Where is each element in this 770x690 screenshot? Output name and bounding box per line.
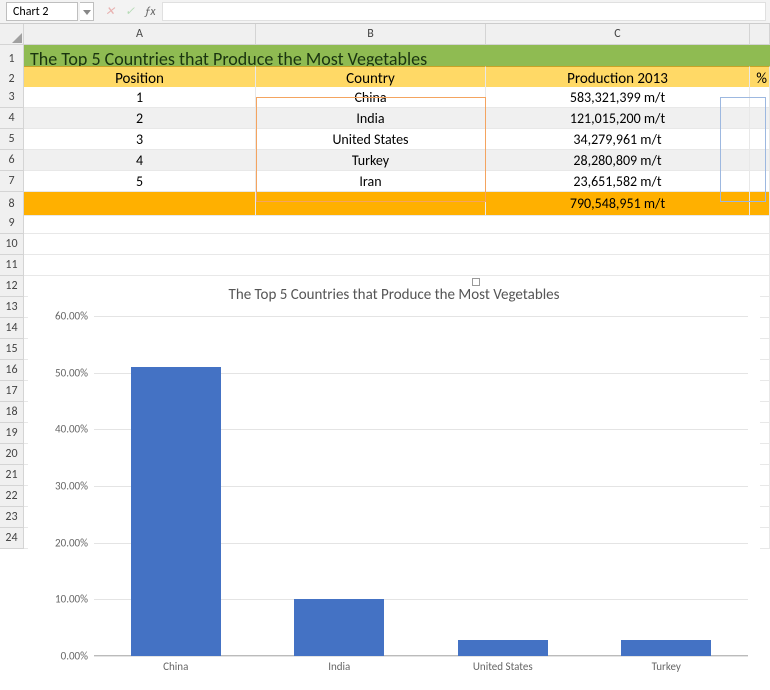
- cell-position[interactable]: 1: [24, 87, 256, 108]
- row-header[interactable]: 15: [0, 339, 24, 360]
- row-header[interactable]: 22: [0, 486, 24, 507]
- col-header-a[interactable]: A: [24, 24, 256, 45]
- cell-empty[interactable]: [750, 129, 770, 150]
- cell-position[interactable]: 4: [24, 150, 256, 171]
- cell-position[interactable]: 3: [24, 129, 256, 150]
- chart-ytick: 30.00%: [55, 480, 88, 493]
- cell-empty[interactable]: [750, 171, 770, 192]
- row-header[interactable]: 16: [0, 360, 24, 381]
- chart-bar[interactable]: [621, 640, 711, 656]
- cancel-icon: ✕: [100, 0, 120, 23]
- col-header-b[interactable]: B: [256, 24, 486, 45]
- chart-xlabel: China: [163, 660, 188, 673]
- col-header-c[interactable]: C: [486, 24, 750, 45]
- row-header[interactable]: 11: [0, 255, 24, 276]
- row-header[interactable]: 14: [0, 318, 24, 339]
- row-header[interactable]: 21: [0, 465, 24, 486]
- chart-object[interactable]: The Top 5 Countries that Produce the Mos…: [28, 282, 760, 682]
- chart-ytick: 50.00%: [55, 366, 88, 379]
- row-header[interactable]: 9: [0, 213, 24, 234]
- row-header[interactable]: 17: [0, 381, 24, 402]
- chart-ytick: 20.00%: [55, 536, 88, 549]
- cell-country[interactable]: Turkey: [256, 150, 486, 171]
- chart-ytick: 0.00%: [61, 650, 88, 663]
- chart-ytick: 60.00%: [55, 310, 88, 323]
- row-header[interactable]: 18: [0, 402, 24, 423]
- cell-country[interactable]: Iran: [256, 171, 486, 192]
- chart-xlabel: United States: [473, 660, 533, 673]
- formula-input[interactable]: [162, 2, 766, 21]
- cell-production[interactable]: 121,015,200 m/t: [486, 108, 750, 129]
- chart-ytick: 10.00%: [55, 593, 88, 606]
- cell-production[interactable]: 28,280,809 m/t: [486, 150, 750, 171]
- cell-empty[interactable]: [750, 87, 770, 108]
- chart-plot-area: 0.00%10.00%20.00%30.00%40.00%50.00%60.00…: [94, 316, 748, 656]
- row-header[interactable]: 24: [0, 528, 24, 549]
- cell-empty[interactable]: [24, 234, 770, 255]
- row-header[interactable]: 5: [0, 129, 24, 150]
- chart-title[interactable]: The Top 5 Countries that Produce the Mos…: [28, 282, 760, 314]
- row-header[interactable]: 13: [0, 297, 24, 318]
- chart-bar[interactable]: [131, 367, 221, 656]
- row-header[interactable]: 12: [0, 276, 24, 297]
- cell-empty[interactable]: [24, 255, 770, 276]
- chart-gridline: [94, 316, 748, 317]
- col-header-d[interactable]: [750, 24, 770, 45]
- fx-icon[interactable]: ƒx: [140, 0, 160, 23]
- formula-bar: Chart 2 ✕ ✓ ƒx: [0, 0, 770, 24]
- name-box-dropdown[interactable]: [80, 2, 94, 21]
- cell-position[interactable]: 2: [24, 108, 256, 129]
- enter-icon: ✓: [120, 0, 140, 23]
- select-all-corner[interactable]: [0, 24, 24, 45]
- cell-position[interactable]: 5: [24, 171, 256, 192]
- cell-production[interactable]: 583,321,399 m/t: [486, 87, 750, 108]
- cell-empty[interactable]: [750, 150, 770, 171]
- chart-bar[interactable]: [458, 640, 548, 656]
- cell-production[interactable]: 23,651,582 m/t: [486, 171, 750, 192]
- cell-country[interactable]: India: [256, 108, 486, 129]
- row-header[interactable]: 23: [0, 507, 24, 528]
- row-header[interactable]: 20: [0, 444, 24, 465]
- row-header[interactable]: 6: [0, 150, 24, 171]
- chart-xlabel: Turkey: [652, 660, 681, 673]
- name-box[interactable]: Chart 2: [6, 2, 78, 21]
- chart-resize-handle[interactable]: [472, 278, 480, 286]
- cell-empty[interactable]: [750, 108, 770, 129]
- chart-gridline: [94, 656, 748, 657]
- chart-ytick: 40.00%: [55, 423, 88, 436]
- row-header[interactable]: 10: [0, 234, 24, 255]
- chart-xlabel: India: [328, 660, 350, 673]
- row-header[interactable]: 3: [0, 87, 24, 108]
- row-header[interactable]: 7: [0, 171, 24, 192]
- cell-country[interactable]: United States: [256, 129, 486, 150]
- row-header[interactable]: 19: [0, 423, 24, 444]
- row-header[interactable]: 4: [0, 108, 24, 129]
- cell-country[interactable]: China: [256, 87, 486, 108]
- cell-empty[interactable]: [24, 213, 770, 234]
- cell-production[interactable]: 34,279,961 m/t: [486, 129, 750, 150]
- chart-bar[interactable]: [294, 599, 384, 656]
